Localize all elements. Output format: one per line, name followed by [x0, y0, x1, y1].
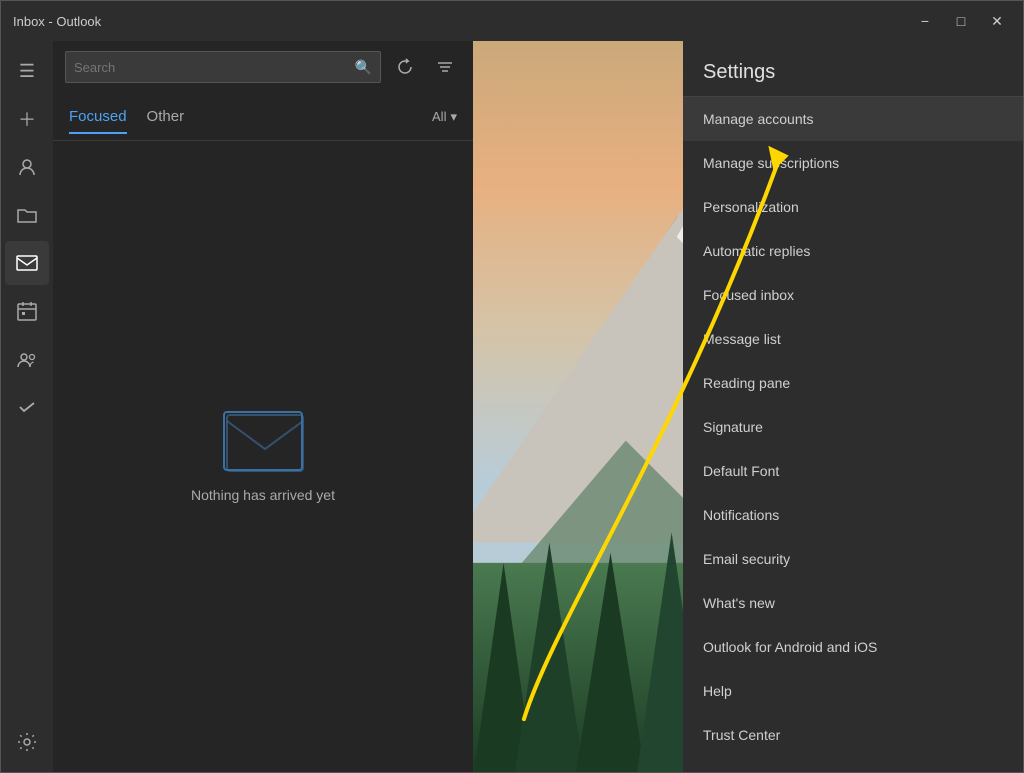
settings-icon[interactable] [5, 720, 49, 764]
all-filter-button[interactable]: All ▾ [432, 109, 457, 125]
compose-icon[interactable]: ＋ [5, 97, 49, 141]
titlebar: Inbox - Outlook − □ ✕ [1, 1, 1023, 41]
app-window: Inbox - Outlook − □ ✕ ☰ ＋ [0, 0, 1024, 773]
filter-button[interactable] [429, 51, 461, 83]
settings-item[interactable]: Email security [683, 537, 1023, 581]
settings-item[interactable]: Focused inbox [683, 273, 1023, 317]
settings-item[interactable]: Manage accounts [683, 97, 1023, 141]
settings-item[interactable]: Trust Center [683, 713, 1023, 757]
calendar-icon[interactable] [5, 289, 49, 333]
search-input[interactable] [74, 60, 349, 75]
settings-panel: Settings Manage accountsManage subscript… [683, 41, 1023, 772]
settings-item[interactable]: Reading pane [683, 361, 1023, 405]
settings-item[interactable]: Outlook for Android and iOS [683, 625, 1023, 669]
empty-state: Nothing has arrived yet [53, 141, 473, 772]
settings-item[interactable]: Feedback [683, 757, 1023, 772]
empty-envelope-icon [223, 411, 303, 471]
settings-header: Settings [683, 41, 1023, 97]
settings-item[interactable]: Personalization [683, 185, 1023, 229]
maximize-button[interactable]: □ [947, 10, 975, 32]
empty-state-message: Nothing has arrived yet [191, 487, 335, 503]
close-button[interactable]: ✕ [983, 10, 1011, 32]
settings-item[interactable]: What's new [683, 581, 1023, 625]
settings-list: Manage accountsManage subscriptionsPerso… [683, 97, 1023, 772]
app-body: ☰ ＋ [1, 41, 1023, 772]
settings-item[interactable]: Automatic replies [683, 229, 1023, 273]
settings-item[interactable]: Manage subscriptions [683, 141, 1023, 185]
tab-other[interactable]: Other [147, 100, 185, 133]
window-controls: − □ ✕ [911, 10, 1011, 32]
settings-title: Settings [703, 61, 1003, 84]
settings-item[interactable]: Help [683, 669, 1023, 713]
refresh-button[interactable] [389, 51, 421, 83]
tabs-bar: Focused Other All ▾ [53, 93, 473, 141]
email-toolbar: 🔍 [53, 41, 473, 93]
hamburger-icon[interactable]: ☰ [5, 49, 49, 93]
email-panel: 🔍 Focused [53, 41, 473, 772]
tasks-icon[interactable] [5, 385, 49, 429]
window-title: Inbox - Outlook [13, 14, 101, 29]
settings-item[interactable]: Notifications [683, 493, 1023, 537]
folder-icon[interactable] [5, 193, 49, 237]
settings-item[interactable]: Signature [683, 405, 1023, 449]
mail-icon[interactable] [5, 241, 49, 285]
settings-item[interactable]: Default Font [683, 449, 1023, 493]
minimize-button[interactable]: − [911, 10, 939, 32]
search-icon: 🔍 [355, 59, 372, 76]
settings-item[interactable]: Message list [683, 317, 1023, 361]
sidebar: ☰ ＋ [1, 41, 53, 772]
contacts-icon[interactable] [5, 337, 49, 381]
main-content: Settings Manage accountsManage subscript… [473, 41, 1023, 772]
tab-focused[interactable]: Focused [69, 100, 127, 133]
chevron-down-icon: ▾ [450, 109, 457, 125]
people-icon[interactable] [5, 145, 49, 189]
search-box[interactable]: 🔍 [65, 51, 381, 83]
